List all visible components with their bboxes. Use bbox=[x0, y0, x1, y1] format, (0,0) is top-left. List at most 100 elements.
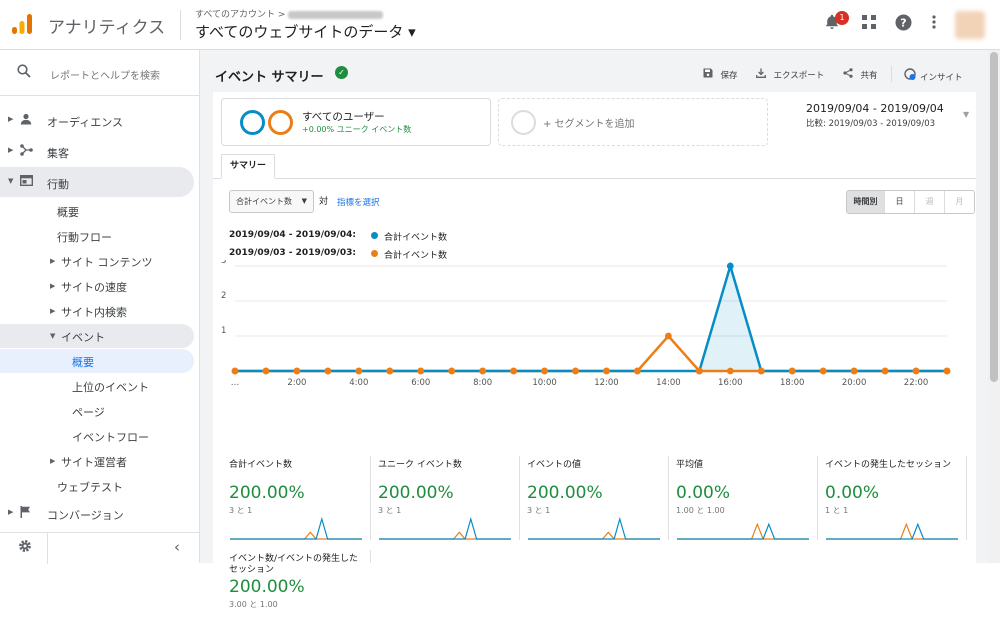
data-point bbox=[757, 367, 765, 375]
add-segment-button[interactable]: + セグメントを追加 bbox=[498, 98, 768, 146]
scorecard-compare: 3 と 1 bbox=[527, 506, 551, 515]
sidebar-sub-pages[interactable]: ページ bbox=[0, 399, 194, 423]
collapse-sidebar-icon[interactable]: ‹ bbox=[174, 538, 180, 556]
scorecard[interactable]: イベント数/イベントの発生したセッション 200.00% 3.00 と 1.00 bbox=[221, 550, 369, 640]
sidebar-sub-events-overview[interactable]: 概要 bbox=[0, 349, 194, 373]
view-selector[interactable]: すべてのウェブサイトのデータ ▾ bbox=[195, 21, 416, 42]
scorecard[interactable]: 平均値 0.00% 1.00 と 1.00 bbox=[668, 456, 816, 546]
scorecard-compare: 1.00 と 1.00 bbox=[676, 506, 725, 515]
sparkline-series bbox=[677, 522, 809, 540]
sparkline bbox=[826, 522, 958, 540]
sidebar-sub-site-speed[interactable]: ▶ サイトの速度 bbox=[0, 274, 194, 298]
x-tick-label: 10:00 bbox=[532, 378, 557, 388]
data-point bbox=[788, 367, 796, 375]
data-point bbox=[634, 367, 641, 375]
date-range-picker[interactable]: 2019/09/04 - 2019/09/04 比較: 2019/09/03 -… bbox=[806, 102, 969, 129]
sparkline bbox=[528, 516, 660, 540]
sidebar-search[interactable]: レポートとヘルプを検索 bbox=[0, 50, 200, 96]
avatar[interactable] bbox=[955, 11, 985, 39]
caret-down-icon: ▼ bbox=[50, 332, 56, 340]
vs-label: 対 bbox=[319, 197, 329, 207]
help-icon[interactable]: ? bbox=[893, 14, 913, 34]
granularity-day[interactable]: 日 bbox=[884, 191, 914, 213]
sparkline-series bbox=[677, 522, 809, 540]
top-bar: アナリティクス すべてのアカウント > すべてのウェブサイトのデータ ▾ 1 ? bbox=[0, 0, 1000, 50]
acquisition-icon bbox=[20, 144, 33, 159]
sub-label: 概要 bbox=[72, 356, 94, 369]
add-segment-circle bbox=[511, 110, 536, 135]
sidebar-sub-top-events[interactable]: 上位のイベント bbox=[0, 374, 194, 398]
sidebar-sub-site-search[interactable]: ▶ サイト内検索 bbox=[0, 299, 194, 323]
sub-label: サイト運営者 bbox=[61, 456, 127, 469]
scrollbar-thumb[interactable] bbox=[990, 52, 998, 382]
page-title: イベント サマリー bbox=[215, 70, 324, 85]
granularity-week[interactable]: 週 bbox=[914, 191, 944, 213]
sidebar-sub-site-content[interactable]: ▶ サイト コンテンツ bbox=[0, 249, 194, 273]
sidebar-sub-behavior-flow[interactable]: 行動フロー bbox=[0, 224, 194, 248]
sidebar-item-audience[interactable]: ▶ オーディエンス bbox=[0, 105, 194, 135]
x-tick-label: 14:00 bbox=[656, 378, 681, 388]
data-point bbox=[541, 367, 548, 375]
data-point bbox=[293, 367, 301, 375]
data-point bbox=[726, 367, 734, 375]
account-breadcrumb[interactable]: すべてのアカウント > bbox=[195, 7, 384, 20]
data-point bbox=[448, 367, 456, 375]
data-point bbox=[355, 367, 363, 375]
sparkline bbox=[230, 516, 362, 540]
svg-text:?: ? bbox=[900, 17, 906, 30]
data-point bbox=[726, 262, 734, 270]
scorecard-name: イベントの値 bbox=[527, 460, 582, 470]
legend-date: 2019/09/04 - 2019/09/04: bbox=[229, 230, 356, 240]
insights-button[interactable]: インサイト bbox=[904, 68, 963, 83]
app-title: アナリティクス bbox=[48, 18, 166, 38]
data-point bbox=[850, 367, 858, 375]
scorecard-value: 200.00% bbox=[378, 483, 454, 503]
apps-grid-icon[interactable] bbox=[859, 14, 879, 34]
select-metric-link[interactable]: 指標を選択 bbox=[337, 196, 380, 208]
sidebar-sub-overview[interactable]: 概要 bbox=[0, 199, 194, 223]
sparkline-series bbox=[826, 522, 958, 540]
granularity-month[interactable]: 月 bbox=[944, 191, 974, 213]
scorecard[interactable]: ユニーク イベント数 200.00% 3 と 1 bbox=[370, 456, 518, 546]
flag-icon bbox=[20, 506, 31, 521]
line-chart: 3 2 1 … 2:00 4:00 6:00 8:00 10:00 12:00 14:00 16:00… bbox=[221, 260, 951, 388]
sidebar-sub-experiments[interactable]: ウェブテスト bbox=[0, 474, 194, 498]
sidebar-sub-events-flow[interactable]: イベントフロー bbox=[0, 424, 194, 448]
data-point bbox=[695, 367, 703, 375]
share-button[interactable]: 共有 bbox=[843, 68, 878, 81]
scorecard-name: ユニーク イベント数 bbox=[378, 460, 462, 470]
scorecard[interactable]: 合計イベント数 200.00% 3 と 1 bbox=[221, 456, 369, 546]
insights-icon bbox=[904, 68, 916, 83]
sparkline-series bbox=[379, 531, 511, 540]
sidebar-sub-events[interactable]: ▼ イベント bbox=[0, 324, 194, 348]
series-area bbox=[235, 266, 947, 371]
caret-down-icon: ▼ bbox=[301, 197, 307, 205]
sidebar-item-acquisition[interactable]: ▶ 集客 bbox=[0, 136, 194, 166]
export-button[interactable]: エクスポート bbox=[756, 68, 824, 81]
segment-circle-orange bbox=[268, 110, 293, 135]
sub-label: 上位のイベント bbox=[72, 381, 149, 394]
x-tick-label: 6:00 bbox=[411, 378, 430, 388]
gear-icon[interactable] bbox=[18, 539, 32, 557]
granularity-hourly[interactable]: 時間別 bbox=[847, 191, 884, 213]
sparkline-series bbox=[230, 531, 362, 540]
sidebar-sub-publisher[interactable]: ▶ サイト運営者 bbox=[0, 449, 194, 473]
scorecard[interactable]: イベントの値 200.00% 3 と 1 bbox=[519, 456, 667, 546]
more-vert-icon[interactable] bbox=[924, 14, 944, 34]
behavior-icon bbox=[19, 174, 34, 189]
caret-right-icon: ▶ bbox=[8, 115, 14, 123]
search-input[interactable]: レポートとヘルプを検索 bbox=[50, 67, 160, 82]
scorecard-name: イベント数/イベントの発生したセッション bbox=[229, 554, 359, 575]
legend-series-1: 2019/09/04 - 2019/09/04: 合計イベント数 bbox=[229, 230, 447, 243]
sidebar-item-behavior[interactable]: ▼ 行動 bbox=[0, 167, 194, 197]
segment-all-users[interactable]: すべてのユーザー +0.00% ユニーク イベント数 bbox=[221, 98, 491, 146]
save-label: 保存 bbox=[720, 71, 738, 81]
tab-summary[interactable]: サマリー bbox=[221, 154, 275, 179]
data-point bbox=[510, 367, 518, 375]
data-point bbox=[386, 367, 394, 375]
scorecard[interactable]: イベントの発生したセッション 0.00% 1 と 1 bbox=[817, 456, 965, 546]
metric-select[interactable]: 合計イベント数 ▼ bbox=[229, 190, 314, 213]
report-panel: すべてのユーザー +0.00% ユニーク イベント数 + セグメントを追加 20… bbox=[213, 92, 976, 609]
save-button[interactable]: 保存 bbox=[703, 68, 738, 81]
sidebar-item-conversions[interactable]: ▶ コンバージョン bbox=[0, 498, 194, 528]
